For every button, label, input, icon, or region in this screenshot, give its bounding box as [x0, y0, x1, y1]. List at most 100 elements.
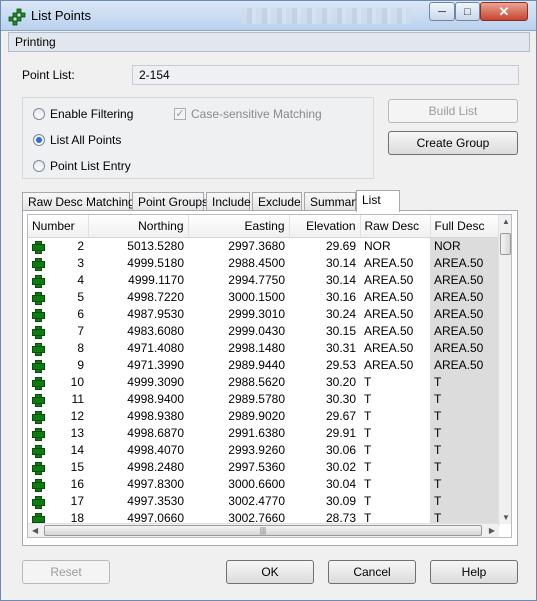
table-row[interactable]: 11 4998.9400 2989.5780 30.30 T T: [28, 390, 500, 407]
scroll-left-icon[interactable]: ◀: [32, 526, 38, 535]
table-row[interactable]: 5 4998.7220 3000.1500 30.16 AREA.50 AREA.50: [28, 288, 500, 305]
cell-elevation: 30.16: [325, 289, 356, 304]
column-header-northing[interactable]: Northing: [88, 215, 189, 238]
cell-number: 5: [28, 288, 88, 305]
vertical-scroll-thumb[interactable]: [500, 233, 511, 255]
tab-raw-desc-matching[interactable]: Raw Desc Matching: [22, 192, 135, 211]
points-grid[interactable]: Number Northing Easting Elevation Raw De…: [27, 214, 512, 538]
ok-button[interactable]: OK: [226, 560, 314, 584]
case-sensitive-checkbox[interactable]: ✓ Case-sensitive Matching: [174, 107, 322, 121]
cell-full-desc: NOR: [430, 237, 500, 254]
minimize-icon: ─: [438, 5, 446, 18]
list-all-points-radio[interactable]: List All Points: [33, 133, 121, 147]
close-button[interactable]: ✕: [480, 2, 528, 21]
cell-raw-desc: AREA.50: [364, 289, 414, 304]
horizontal-scrollbar[interactable]: ◀ ||| ▶: [28, 523, 499, 537]
cell-full-desc: AREA.50: [430, 305, 500, 322]
close-icon: ✕: [498, 3, 510, 19]
tab-include[interactable]: Include: [206, 192, 251, 211]
cell-easting: 2997.5360: [228, 459, 285, 474]
cell-number: 15: [28, 458, 88, 475]
column-header-elevation[interactable]: Elevation: [289, 215, 361, 238]
point-number: 15: [70, 459, 84, 474]
column-header-raw-desc[interactable]: Raw Desc: [360, 215, 431, 238]
point-list-field[interactable]: 2-154: [132, 65, 519, 85]
horizontal-scroll-thumb[interactable]: |||: [44, 525, 482, 536]
table-row[interactable]: 4 4999.1170 2994.7750 30.14 AREA.50 AREA.50: [28, 271, 500, 288]
table-row[interactable]: 10 4999.3090 2988.5620 30.20 T T: [28, 373, 500, 390]
column-header-number[interactable]: Number: [28, 215, 89, 238]
table-row[interactable]: 14 4998.4070 2993.9260 30.06 T T: [28, 441, 500, 458]
tab-summary[interactable]: Summary: [304, 192, 361, 211]
point-number: 7: [77, 323, 84, 338]
maximize-button[interactable]: □: [455, 2, 480, 21]
table-row[interactable]: 7 4983.6080 2999.0430 30.15 AREA.50 AREA.50: [28, 322, 500, 339]
cell-elevation: 30.04: [325, 476, 356, 491]
table-row[interactable]: 13 4998.6870 2991.6380 29.91 T T: [28, 424, 500, 441]
scroll-right-icon[interactable]: ▶: [489, 526, 495, 535]
column-header-full-desc[interactable]: Full Desc: [430, 215, 501, 238]
tab-exclude[interactable]: Exclude: [252, 192, 302, 211]
point-cross-icon: [32, 342, 45, 356]
reset-button[interactable]: Reset: [22, 560, 110, 584]
point-cross-icon: [32, 495, 45, 509]
table-row[interactable]: 9 4971.3990 2989.9440 29.53 AREA.50 AREA.50: [28, 356, 500, 373]
table-row[interactable]: 6 4987.9530 2999.3010 30.24 AREA.50 AREA.50: [28, 305, 500, 322]
table-row[interactable]: 12 4998.9380 2989.9020 29.67 T T: [28, 407, 500, 424]
help-button[interactable]: Help: [430, 560, 518, 584]
cell-full-desc: AREA.50: [430, 322, 500, 339]
table-body: 2 5013.5280 2997.3680 29.69 NOR NOR 3 4999.5180…: [28, 237, 500, 526]
check-icon: ✓: [174, 108, 186, 120]
cell-easting: 2989.9440: [228, 357, 285, 372]
radio-circle-selected: [33, 134, 45, 146]
cell-raw-desc: AREA.50: [364, 340, 414, 355]
enable-filtering-radio[interactable]: Enable Filtering: [33, 107, 133, 121]
point-list-entry-radio[interactable]: Point List Entry: [33, 159, 131, 173]
point-cross-icon: [32, 308, 45, 322]
point-list-entry-label: Point List Entry: [50, 159, 131, 173]
cell-number: 14: [28, 441, 88, 458]
table-row[interactable]: 8 4971.4080 2998.1480 30.31 AREA.50 AREA.50: [28, 339, 500, 356]
table-row[interactable]: 2 5013.5280 2997.3680 29.69 NOR NOR: [28, 237, 500, 254]
table-row[interactable]: 16 4997.8300 3000.6600 30.04 T T: [28, 475, 500, 492]
scroll-up-icon[interactable]: ▲: [502, 217, 510, 226]
cell-northing: 4998.7220: [127, 289, 184, 304]
radio-circle: [33, 108, 45, 120]
tab-point-groups[interactable]: Point Groups: [132, 192, 208, 211]
point-number: 2: [77, 238, 84, 253]
cell-full-desc: AREA.50: [430, 339, 500, 356]
list-points-window: List Points ─ □ ✕ Printing Point List: 2…: [0, 0, 537, 601]
cell-number: 6: [28, 305, 88, 322]
build-list-button[interactable]: Build List: [388, 99, 518, 123]
cell-full-desc: T: [430, 492, 500, 509]
printing-label: Printing: [15, 35, 56, 49]
cell-raw-desc: T: [364, 391, 372, 406]
scroll-down-icon[interactable]: ▼: [502, 513, 510, 522]
cell-elevation: 29.53: [325, 357, 356, 372]
cell-elevation: 30.14: [325, 255, 356, 270]
tab-list[interactable]: List: [356, 190, 400, 212]
table-row[interactable]: 17 4997.3530 3002.4770 30.09 T T: [28, 492, 500, 509]
cell-northing: 4998.2480: [127, 459, 184, 474]
cell-elevation: 29.91: [325, 425, 356, 440]
point-cross-icon: [32, 325, 45, 339]
table-row[interactable]: 3 4999.5180 2988.4500 30.14 AREA.50 AREA.50: [28, 254, 500, 271]
create-group-button[interactable]: Create Group: [388, 131, 518, 155]
cell-raw-desc: AREA.50: [364, 272, 414, 287]
cell-full-desc: AREA.50: [430, 356, 500, 373]
column-header-easting[interactable]: Easting: [188, 215, 290, 238]
minimize-button[interactable]: ─: [429, 2, 455, 21]
title-bar[interactable]: List Points ─ □ ✕: [1, 1, 536, 31]
cell-easting: 2994.7750: [228, 272, 285, 287]
cell-northing: 4971.3990: [127, 357, 184, 372]
table-row[interactable]: 15 4998.2480 2997.5360 30.02 T T: [28, 458, 500, 475]
cell-easting: 2998.1480: [228, 340, 285, 355]
cell-number: 11: [28, 390, 88, 407]
cell-number: 16: [28, 475, 88, 492]
vertical-scrollbar[interactable]: ▲ ▼: [498, 215, 511, 524]
point-cross-icon: [32, 257, 45, 271]
point-cross-icon: [32, 291, 45, 305]
cell-raw-desc: T: [364, 374, 372, 389]
cell-raw-desc: AREA.50: [364, 323, 414, 338]
cancel-button[interactable]: Cancel: [328, 560, 416, 584]
